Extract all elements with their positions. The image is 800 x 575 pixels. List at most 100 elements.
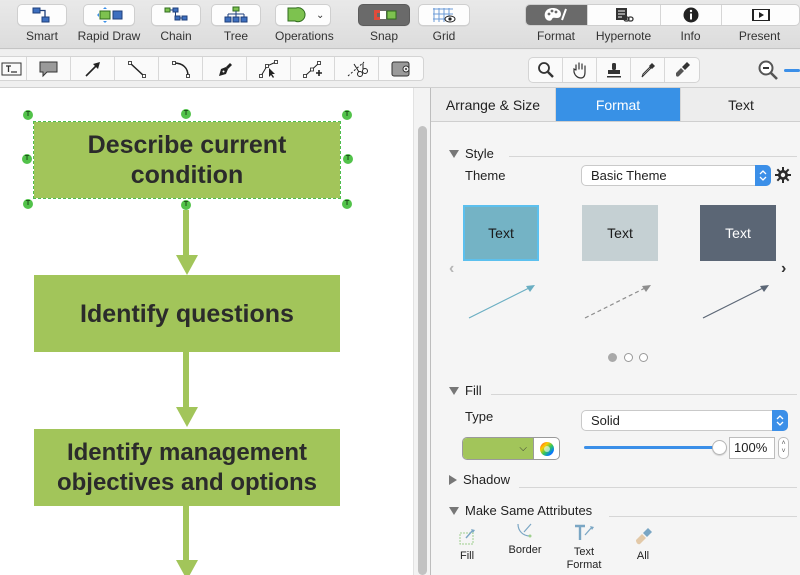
style-card-1[interactable]: Text [463, 205, 539, 261]
rapid-draw-label: Rapid Draw [77, 29, 141, 43]
fill-type-select[interactable]: Solid [581, 410, 788, 431]
connector-line[interactable] [183, 210, 189, 258]
smart-button[interactable]: Smart [17, 4, 67, 43]
present-toggle-button[interactable] [722, 5, 799, 25]
tab-arrange-size[interactable]: Arrange & Size [431, 88, 556, 121]
selection-handle[interactable]: T [181, 200, 191, 210]
pan-hand-tool[interactable] [563, 58, 597, 82]
make-same-section-toggle[interactable]: Make Same Attributes [449, 503, 592, 518]
callout-tool[interactable] [27, 57, 71, 80]
selection-handle[interactable]: T [23, 110, 33, 120]
flow-node-identify-questions[interactable]: Identify questions [34, 275, 340, 352]
format-toggle-button[interactable] [526, 5, 588, 25]
connector-line[interactable] [183, 506, 189, 564]
style-prev-button[interactable]: ‹ [449, 260, 454, 278]
style-card-3[interactable]: Text [700, 205, 776, 261]
theme-select[interactable]: Basic Theme [581, 165, 771, 186]
selection-handle[interactable]: T [181, 109, 191, 119]
tab-text[interactable]: Text [681, 88, 800, 121]
opacity-stepper[interactable]: ˄ ˅ [778, 437, 789, 459]
style-section-toggle[interactable]: Style [449, 146, 494, 161]
tree-button[interactable]: Tree [211, 4, 261, 43]
hypernote-toggle-button[interactable] [588, 5, 661, 25]
style-connector-preview-2[interactable] [583, 280, 657, 322]
direct-select-tool[interactable] [247, 57, 291, 80]
diagram-canvas[interactable]: Describe current condition T T T T T T T… [0, 88, 413, 575]
info-icon [683, 7, 699, 23]
fill-type-value: Solid [591, 413, 620, 428]
canvas-area: Describe current condition T T T T T T T… [0, 88, 430, 575]
grid-button[interactable]: Grid [418, 4, 470, 43]
style-page-dot-1[interactable] [608, 353, 617, 362]
text-box-tool[interactable] [0, 57, 27, 80]
add-point-tool[interactable] [291, 57, 335, 80]
style-next-button[interactable]: › [781, 260, 786, 278]
chain-label: Chain [160, 29, 192, 43]
container-tool[interactable] [379, 57, 423, 80]
make-same-border-button[interactable]: Border [500, 520, 550, 557]
style-connector-preview-3[interactable] [701, 280, 775, 322]
operations-button[interactable]: ⌄ Operations [275, 4, 334, 43]
make-same-text-format-icon [559, 522, 609, 544]
rapid-draw-button[interactable]: Rapid Draw [78, 4, 140, 43]
info-toggle-button[interactable] [661, 5, 722, 25]
make-same-all-icon [618, 526, 668, 548]
selection-handle[interactable]: T [23, 199, 33, 209]
flow-node-identify-management-objectives[interactable]: Identify management objectives and optio… [34, 429, 340, 506]
chain-button[interactable]: Chain [151, 4, 201, 43]
flow-node-describe-current-condition[interactable]: Describe current condition [33, 121, 341, 199]
arc-icon [171, 60, 190, 78]
style-card-label: Text [607, 225, 633, 241]
selection-handle[interactable]: T [343, 154, 353, 164]
fill-color-well[interactable]: ⌵ [462, 437, 560, 460]
section-divider [609, 516, 797, 517]
snap-button[interactable]: Snap [358, 4, 410, 43]
vertical-scrollbar-thumb[interactable] [418, 126, 427, 575]
zoom-out-button[interactable] [757, 59, 779, 86]
snap-magnet-icon [358, 4, 410, 26]
stamp-icon [606, 63, 621, 78]
style-page-dot-2[interactable] [624, 353, 633, 362]
tab-format[interactable]: Format [556, 88, 681, 121]
stepper-down-icon: ˅ [781, 448, 786, 455]
theme-settings-button[interactable] [774, 166, 792, 189]
operations-label: Operations [275, 29, 334, 43]
pen-tool[interactable] [203, 57, 247, 80]
shadow-section-toggle[interactable]: Shadow [449, 472, 510, 487]
style-card-2[interactable]: Text [582, 205, 658, 261]
opacity-slider-knob[interactable] [712, 440, 727, 455]
stamp-tool[interactable] [597, 58, 631, 82]
fill-section-toggle[interactable]: Fill [449, 383, 482, 398]
opacity-slider-track[interactable] [584, 446, 719, 449]
style-connector-preview-1[interactable] [467, 280, 541, 322]
selection-handle[interactable]: T [342, 110, 352, 120]
selection-handle[interactable]: T [342, 199, 352, 209]
zoom-out-icon [758, 60, 778, 80]
fill-color-dropdown[interactable]: ⌵ [463, 438, 533, 459]
make-same-border-icon [500, 520, 550, 542]
make-same-fill-button[interactable]: Fill [442, 526, 492, 563]
make-same-all-button[interactable]: All [618, 526, 668, 563]
make-same-all-label: All [636, 550, 650, 562]
cut-path-tool[interactable] [335, 57, 379, 80]
zoom-tool[interactable] [529, 58, 563, 82]
eyedropper-tool[interactable] [631, 58, 665, 82]
arc-tool[interactable] [159, 57, 203, 80]
format-panel: Arrange & Size Format Text Style Theme B… [430, 88, 800, 575]
opacity-input[interactable]: 100% [729, 437, 775, 459]
make-same-text-format-button[interactable]: Text Format [559, 522, 609, 572]
selection-handle[interactable]: T [22, 154, 32, 164]
connector-arrowhead [176, 407, 198, 427]
line-tool[interactable] [115, 57, 159, 80]
connector-line[interactable] [183, 352, 189, 410]
vertical-scrollbar[interactable] [413, 88, 430, 575]
color-picker-button[interactable] [533, 438, 559, 459]
arrow-tool[interactable] [71, 57, 115, 80]
paintbrush-icon [676, 62, 690, 77]
style-page-dot-3[interactable] [639, 353, 648, 362]
zoom-slider[interactable] [784, 69, 800, 72]
format-label: Format [536, 29, 575, 43]
eyedropper-icon [641, 63, 655, 78]
drawing-toolbar [0, 50, 800, 88]
format-painter-tool[interactable] [665, 58, 699, 82]
